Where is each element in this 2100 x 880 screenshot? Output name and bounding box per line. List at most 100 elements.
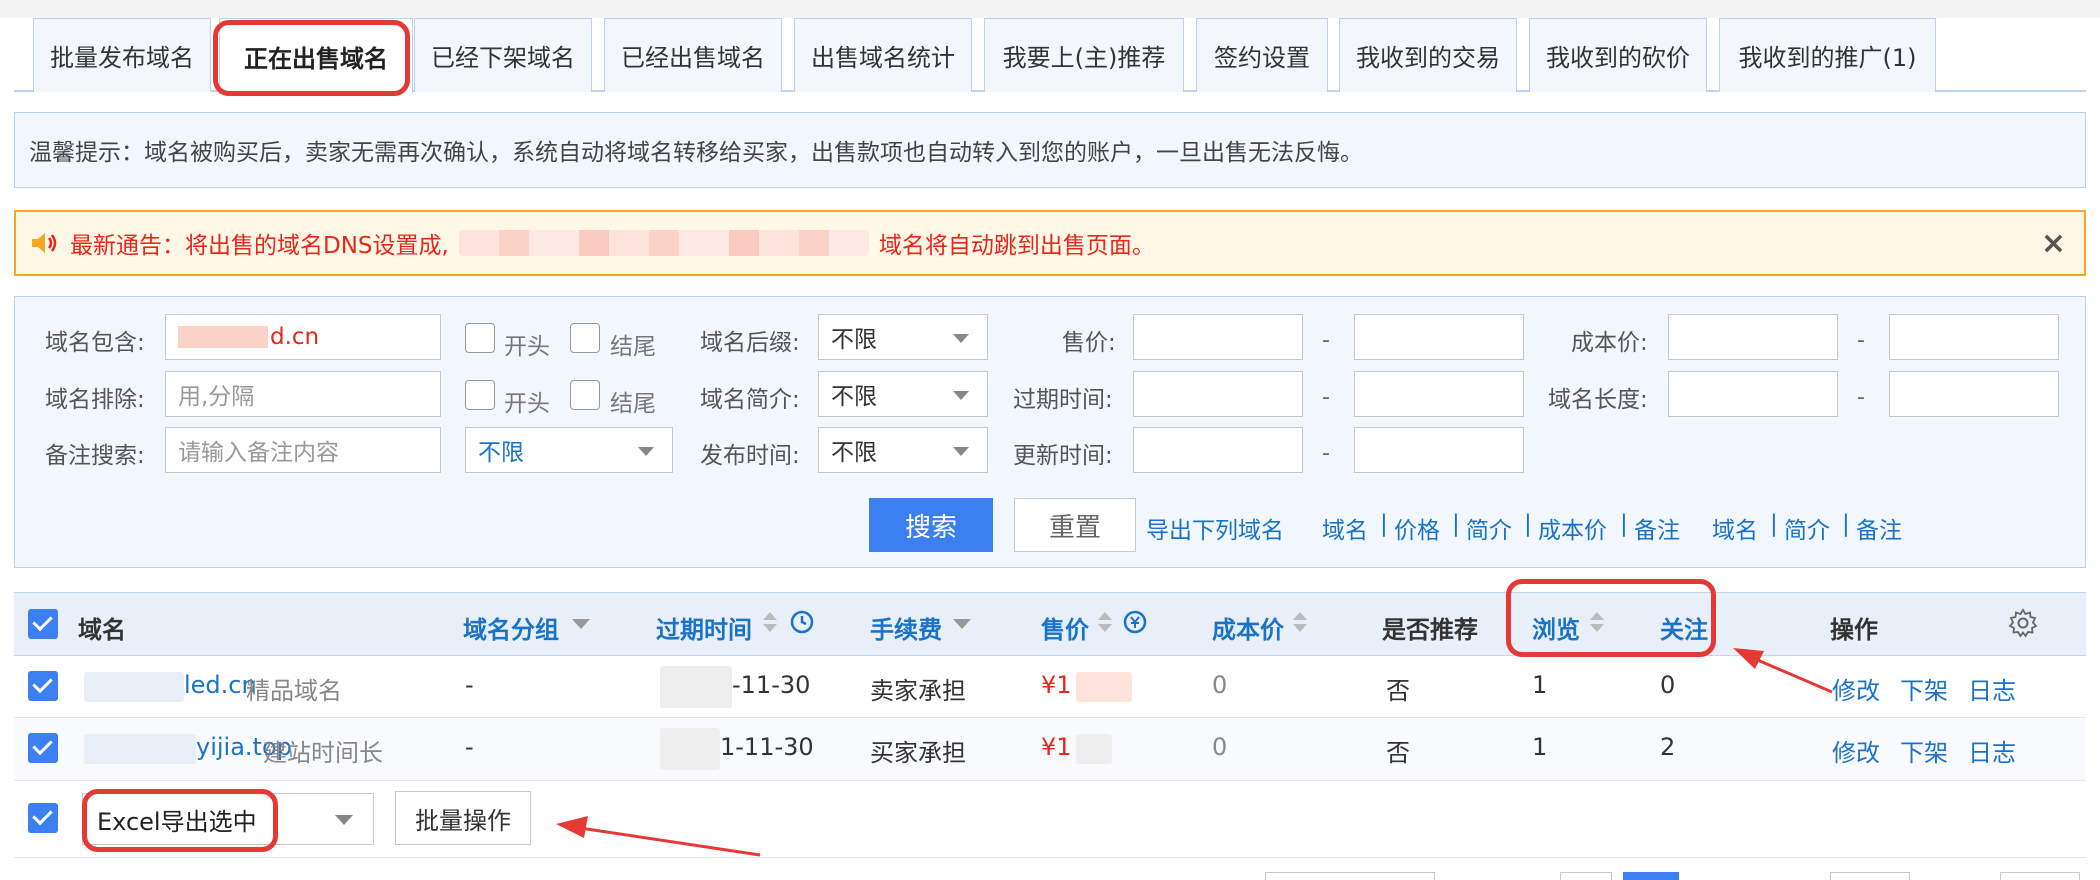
- starts-with-checkbox[interactable]: [465, 323, 495, 353]
- fee-bearer: 买家承担: [870, 739, 966, 767]
- search-button[interactable]: 搜索: [869, 498, 993, 552]
- export-field-intro[interactable]: 简介: [1466, 511, 1512, 545]
- domain-suffix-select[interactable]: 不限: [818, 314, 988, 360]
- sort-icon[interactable]: [763, 612, 777, 634]
- edit-link[interactable]: 修改: [1832, 671, 1880, 706]
- tip-box: 温馨提示：域名被购买后，卖家无需再次确认，系统自动将域名转移给买家，出售款项也自…: [14, 112, 2086, 188]
- sort-icon[interactable]: [1293, 612, 1307, 634]
- log-link[interactable]: 日志: [1968, 671, 2016, 706]
- price-max-input[interactable]: [1354, 314, 1524, 360]
- ends-with-checkbox[interactable]: [570, 323, 600, 353]
- domain-intro-select[interactable]: 不限: [818, 371, 988, 417]
- col-group[interactable]: 域名分组: [463, 610, 559, 645]
- export2-field-note[interactable]: 备注: [1856, 511, 1902, 545]
- label-starts-with: 开头: [504, 334, 550, 360]
- exclude-ends-with-checkbox[interactable]: [570, 380, 600, 410]
- tab-received-trades[interactable]: 我收到的交易: [1339, 18, 1517, 92]
- note-search-input[interactable]: 请输入备注内容: [165, 427, 441, 473]
- pager-select[interactable]: [1265, 872, 1435, 880]
- length-max-input[interactable]: [1889, 371, 2059, 417]
- domain-group: -: [465, 671, 474, 699]
- pager-button[interactable]: [1560, 872, 1612, 880]
- note-filter-select[interactable]: 不限: [465, 427, 673, 473]
- label-ends-with: 结尾: [610, 334, 656, 360]
- label-contains: 域名包含:: [45, 330, 145, 356]
- update-end-input[interactable]: [1354, 427, 1524, 473]
- col-cost[interactable]: 成本价: [1212, 610, 1284, 645]
- export-select[interactable]: Excel导出选中: [82, 793, 374, 845]
- batch-operation-button[interactable]: 批量操作: [395, 791, 531, 845]
- sort-icon[interactable]: [1590, 612, 1604, 634]
- update-start-input[interactable]: [1133, 427, 1303, 473]
- export2-field-domain[interactable]: 域名: [1712, 511, 1758, 545]
- label-exclude: 域名排除:: [45, 387, 145, 413]
- expire-start-input[interactable]: [1133, 371, 1303, 417]
- export-field-cost[interactable]: 成本价: [1538, 511, 1607, 545]
- label-cost-price: 成本价:: [1571, 330, 1648, 356]
- delist-link[interactable]: 下架: [1900, 671, 1948, 706]
- tab-received-promotions[interactable]: 我收到的推广(1): [1719, 18, 1936, 92]
- is-recommended: 否: [1386, 739, 1410, 767]
- sale-price: ¥1: [1041, 671, 1072, 699]
- export2-field-intro[interactable]: 简介: [1784, 511, 1830, 545]
- col-expire-time[interactable]: 过期时间: [656, 610, 752, 645]
- select-all-checkbox[interactable]: [28, 609, 58, 639]
- tip-text: 温馨提示：域名被购买后，卖家无需再次确认，系统自动将域名转移给买家，出售款项也自…: [29, 140, 1363, 166]
- label-domain-length: 域名长度:: [1548, 387, 1648, 413]
- view-count: 1: [1532, 733, 1548, 761]
- cost-min-input[interactable]: [1668, 314, 1838, 360]
- log-link[interactable]: 日志: [1968, 733, 2016, 768]
- redacted-dns: [458, 230, 869, 256]
- tab-delisted[interactable]: 已经下架域名: [414, 18, 592, 92]
- expire-end-input[interactable]: [1354, 371, 1524, 417]
- pager-button[interactable]: [1830, 872, 1910, 880]
- edit-link[interactable]: 修改: [1832, 733, 1880, 768]
- clock-icon[interactable]: [789, 609, 815, 635]
- export-field-note[interactable]: 备注: [1634, 511, 1680, 545]
- reset-button[interactable]: 重置: [1014, 498, 1136, 552]
- domain-exclude-input[interactable]: 用,分隔: [165, 371, 441, 417]
- pager-button[interactable]: [2000, 872, 2080, 880]
- price-min-input[interactable]: [1133, 314, 1303, 360]
- domain-contains-input[interactable]: d.cn: [165, 314, 441, 360]
- export-field-domain[interactable]: 域名: [1322, 511, 1368, 545]
- export-field-price[interactable]: 价格: [1394, 511, 1440, 545]
- label-suffix: 域名后缀:: [700, 330, 800, 356]
- exclude-starts-with-checkbox[interactable]: [465, 380, 495, 410]
- close-icon[interactable]: ×: [2041, 226, 2066, 261]
- range-dash: -: [1857, 385, 1865, 410]
- pager-current[interactable]: [1623, 872, 1679, 880]
- chevron-down-icon[interactable]: [572, 619, 590, 629]
- tab-on-sale[interactable]: 正在出售域名: [219, 18, 413, 94]
- export-domains-link[interactable]: 导出下列域名: [1146, 511, 1284, 545]
- tab-contract-settings[interactable]: 签约设置: [1196, 18, 1328, 92]
- col-follows[interactable]: 关注: [1660, 610, 1708, 645]
- delist-link[interactable]: 下架: [1900, 733, 1948, 768]
- tab-sold[interactable]: 已经出售域名: [604, 18, 782, 92]
- follow-count: 2: [1660, 733, 1676, 761]
- separator: |: [1770, 511, 1778, 537]
- row-checkbox[interactable]: [28, 733, 58, 763]
- separator: |: [1842, 511, 1850, 537]
- tab-bar: 批量发布域名 正在出售域名 已经下架域名 已经出售域名 出售域名统计 我要上(主…: [14, 18, 2086, 94]
- currency-icon[interactable]: [1122, 609, 1148, 635]
- tab-batch-publish[interactable]: 批量发布域名: [33, 18, 211, 92]
- col-views[interactable]: 浏览: [1532, 610, 1580, 645]
- tab-sale-stats[interactable]: 出售域名统计: [794, 18, 972, 92]
- col-price[interactable]: 售价: [1041, 610, 1089, 645]
- cost-max-input[interactable]: [1889, 314, 2059, 360]
- sale-price: ¥1: [1041, 733, 1072, 761]
- col-recommend: 是否推荐: [1382, 616, 1478, 644]
- tab-recommend[interactable]: 我要上(主)推荐: [984, 18, 1184, 92]
- domain-intro: 建站时间长: [263, 739, 383, 767]
- chevron-down-icon[interactable]: [953, 619, 971, 629]
- select-all-checkbox-bottom[interactable]: [28, 803, 58, 833]
- length-min-input[interactable]: [1668, 371, 1838, 417]
- sort-icon[interactable]: [1098, 612, 1112, 634]
- alert-text-prefix: 最新通告：将出售的域名DNS设置成,: [70, 233, 449, 259]
- publish-time-select[interactable]: 不限: [818, 427, 988, 473]
- tab-received-bargains[interactable]: 我收到的砍价: [1529, 18, 1707, 92]
- row-checkbox[interactable]: [28, 671, 58, 701]
- gear-icon[interactable]: [2008, 608, 2038, 638]
- col-fee[interactable]: 手续费: [870, 610, 942, 645]
